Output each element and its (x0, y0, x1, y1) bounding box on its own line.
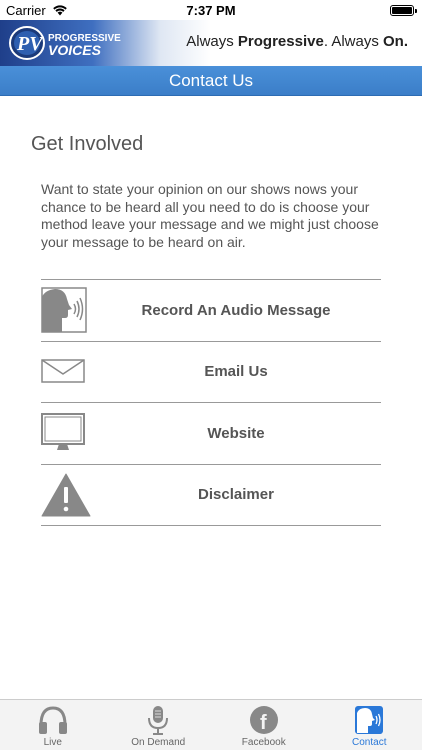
tab-on-demand[interactable]: On Demand (106, 700, 212, 750)
title-bar: Contact Us (0, 66, 422, 96)
website-label: Website (207, 424, 265, 442)
email-us-label: Email Us (204, 363, 268, 381)
website-button[interactable]: Website (41, 403, 381, 465)
tab-bar: Live On Demand f Facebook Contact (0, 699, 422, 750)
page-title: Contact Us (168, 71, 254, 90)
intro-text: Want to state your opinion on our shows … (41, 181, 379, 250)
svg-text:VOICES: VOICES (48, 42, 102, 58)
warning-icon (41, 472, 91, 518)
brand-banner: PV PROGRESSIVE VOICES Always Progressive… (0, 20, 422, 66)
monitor-icon (41, 410, 91, 456)
contact-options-list: Record An Audio Message Email Us Website (41, 279, 381, 526)
section-heading: Get Involved (31, 133, 144, 155)
tab-live-label: Live (43, 737, 62, 748)
svg-text:f: f (260, 712, 267, 734)
battery-icon (390, 5, 417, 16)
tab-facebook-label: Facebook (241, 737, 286, 748)
facebook-icon: f (247, 704, 281, 736)
tagline: Always Progressive. Always On. (186, 33, 408, 50)
status-time: 7:37 PM (186, 3, 236, 18)
tab-facebook[interactable]: f Facebook (211, 700, 317, 750)
record-audio-message-label: Record An Audio Message (141, 301, 331, 319)
tab-live[interactable]: Live (0, 700, 106, 750)
disclaimer-label: Disclaimer (198, 486, 274, 504)
tab-contact[interactable]: Contact (317, 700, 422, 750)
status-bar: Carrier 7:37 PM (0, 0, 422, 20)
progressive-voices-logo: PV PROGRESSIVE VOICES (9, 26, 121, 60)
disclaimer-button[interactable]: Disclaimer (41, 465, 381, 526)
record-audio-message-button[interactable]: Record An Audio Message (41, 280, 381, 342)
envelope-icon (41, 349, 91, 395)
speaking-head-icon (352, 704, 386, 736)
speaking-head-icon (41, 287, 91, 333)
tab-contact-label: Contact (352, 737, 387, 748)
microphone-icon (141, 704, 175, 736)
headphones-icon (36, 704, 70, 736)
email-us-button[interactable]: Email Us (41, 342, 381, 403)
svg-text:PV: PV (16, 33, 44, 55)
tab-on-demand-label: On Demand (131, 737, 186, 748)
